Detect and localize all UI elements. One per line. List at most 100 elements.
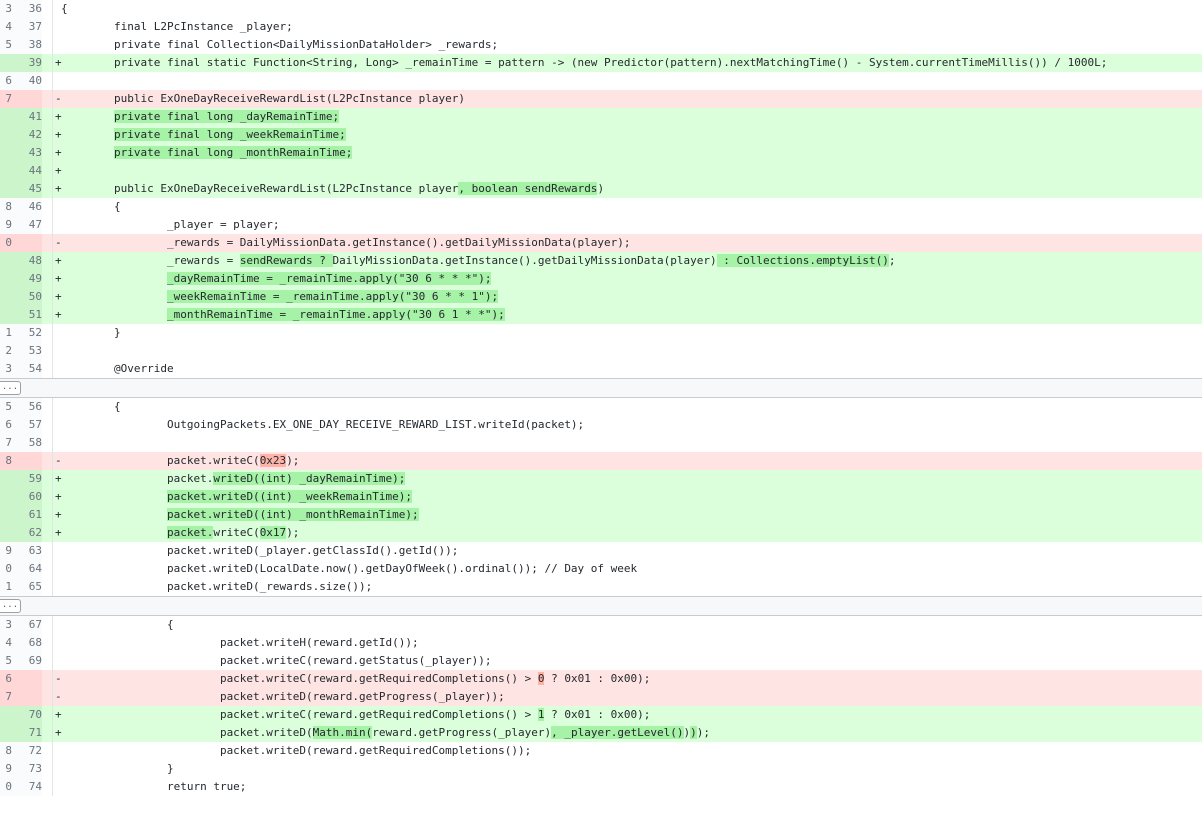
- changed-token: _monthRemainTime = _remainTime.apply("30…: [166, 308, 505, 321]
- expand-hidden-lines[interactable]: ...: [0, 378, 1202, 398]
- old-line-number: 5: [0, 36, 12, 54]
- gutter-divider: [52, 180, 53, 198]
- new-line-number: 67: [12, 616, 42, 634]
- new-line-number: 38: [12, 36, 42, 54]
- expand-button[interactable]: ...: [0, 599, 21, 613]
- new-line-number: 49: [12, 270, 42, 288]
- gutter-divider: [52, 234, 53, 252]
- gutter-divider: [52, 524, 53, 542]
- code-text: }: [61, 760, 174, 778]
- old-line-number: 6: [0, 416, 12, 434]
- old-line-number: 6: [0, 72, 12, 90]
- old-line-number: 3: [0, 616, 12, 634]
- code-segment: OutgoingPackets.EX_ONE_DAY_RECEIVE_REWAR…: [61, 418, 585, 431]
- changed-token: Math.min(: [312, 726, 373, 739]
- code-segment: @Override: [61, 362, 174, 375]
- context-line: 6 57 OutgoingPackets.EX_ONE_DAY_RECEIVE_R…: [0, 416, 1202, 434]
- new-line-number: 64: [12, 560, 42, 578]
- removed-line: 8- packet.writeC(0x23);: [0, 452, 1202, 470]
- gutter-divider: [52, 416, 53, 434]
- code-segment: private final static Function<String, Lo…: [61, 56, 1108, 69]
- code-text: _dayRemainTime = _remainTime.apply("30 6…: [61, 270, 492, 288]
- code-segment: writeC(: [213, 526, 260, 539]
- code-segment: packet.writeD(_player.getClassId().getId…: [61, 544, 459, 557]
- old-line-number: 1: [0, 324, 12, 342]
- gutter-divider: [52, 688, 53, 706]
- old-line-number: [0, 108, 12, 126]
- gutter-divider: [52, 270, 53, 288]
- code-segment: _rewards = DailyMissionData.getInstance(…: [61, 236, 631, 249]
- changed-token: , boolean sendRewards: [458, 182, 598, 195]
- gutter-divider: [52, 560, 53, 578]
- old-line-number: [0, 524, 12, 542]
- gutter-divider: [52, 72, 53, 90]
- code-text: private final long _dayRemainTime;: [61, 108, 340, 126]
- changed-token: writeD((int) _dayRemainTime);: [213, 472, 406, 485]
- added-line: 49 + _dayRemainTime = _remainTime.apply("…: [0, 270, 1202, 288]
- code-text: packet.writeC(0x17);: [61, 524, 299, 542]
- gutter-divider: [52, 288, 53, 306]
- changed-token: packet.writeD((int) _weekRemainTime);: [166, 490, 413, 503]
- added-line: 62 + packet.writeC(0x17);: [0, 524, 1202, 542]
- old-line-number: 2: [0, 342, 12, 360]
- gutter-divider: [52, 470, 53, 488]
- removed-line: 6- packet.writeC(reward.getRequiredCompl…: [0, 670, 1202, 688]
- gutter-divider: [52, 506, 53, 524]
- changed-token: packet.writeD((int) _monthRemainTime);: [166, 508, 419, 521]
- code-segment: ): [597, 182, 605, 195]
- old-line-number: [0, 724, 12, 742]
- code-text: @Override: [61, 360, 174, 378]
- gutter-divider: [52, 162, 53, 180]
- code-segment: );: [286, 526, 300, 539]
- context-line: 1 65 packet.writeD(_rewards.size());: [0, 578, 1202, 596]
- new-line-number: 72: [12, 742, 42, 760]
- gutter-divider: [52, 342, 53, 360]
- expand-hidden-lines[interactable]: ...: [0, 596, 1202, 616]
- expand-button[interactable]: ...: [0, 381, 21, 395]
- context-line: 5 38 private final Collection<DailyMissio…: [0, 36, 1202, 54]
- removed-line: 7- packet.writeD(reward.getProgress(_pla…: [0, 688, 1202, 706]
- gutter-divider: [52, 54, 53, 72]
- changed-token: _dayRemainTime = _remainTime.apply("30 6…: [166, 272, 492, 285]
- gutter-divider: [52, 108, 53, 126]
- new-line-number: 44: [12, 162, 42, 180]
- code-segment: {: [61, 400, 121, 413]
- code-text: packet.writeC(0x23);: [61, 452, 299, 470]
- new-line-number: 42: [12, 126, 42, 144]
- changed-token: : Collections.emptyList(): [716, 254, 889, 267]
- old-line-number: [0, 162, 12, 180]
- old-line-number: 0: [0, 234, 12, 252]
- context-line: 1 52 }: [0, 324, 1202, 342]
- gutter-divider: [52, 670, 53, 688]
- code-text: _monthRemainTime = _remainTime.apply("30…: [61, 306, 505, 324]
- code-segment: return true;: [61, 780, 247, 793]
- code-text: packet.writeD((int) _dayRemainTime);: [61, 470, 406, 488]
- code-text: packet.writeH(reward.getId());: [61, 634, 419, 652]
- new-line-number: 57: [12, 416, 42, 434]
- old-line-number: [0, 506, 12, 524]
- added-line: 39 + private final static Function<String…: [0, 54, 1202, 72]
- code-text: _weekRemainTime = _remainTime.apply("30 …: [61, 288, 499, 306]
- code-segment: packet.writeC(reward.getRequiredCompleti…: [61, 708, 538, 721]
- added-line: 71 + packet.writeD(Math.min(reward.getPro…: [0, 724, 1202, 742]
- code-segment: {: [61, 2, 68, 15]
- old-line-number: [0, 126, 12, 144]
- gutter-divider: [52, 578, 53, 596]
- new-line-number: 68: [12, 634, 42, 652]
- added-line: 45 + public ExOneDayReceiveRewardList(L2P…: [0, 180, 1202, 198]
- old-line-number: 8: [0, 742, 12, 760]
- new-line-number: [12, 452, 42, 470]
- old-line-number: [0, 270, 12, 288]
- code-segment: reward.getProgress(_player): [372, 726, 552, 739]
- new-line-number: 62: [12, 524, 42, 542]
- new-line-number: [12, 670, 42, 688]
- code-segment: public ExOneDayReceiveRewardList(L2PcIns…: [61, 92, 465, 105]
- code-segment: packet.: [61, 472, 214, 485]
- code-segment: );: [696, 726, 711, 739]
- added-line: 50 + _weekRemainTime = _remainTime.apply(…: [0, 288, 1202, 306]
- code-text: packet.writeC(reward.getRequiredCompleti…: [61, 706, 650, 724]
